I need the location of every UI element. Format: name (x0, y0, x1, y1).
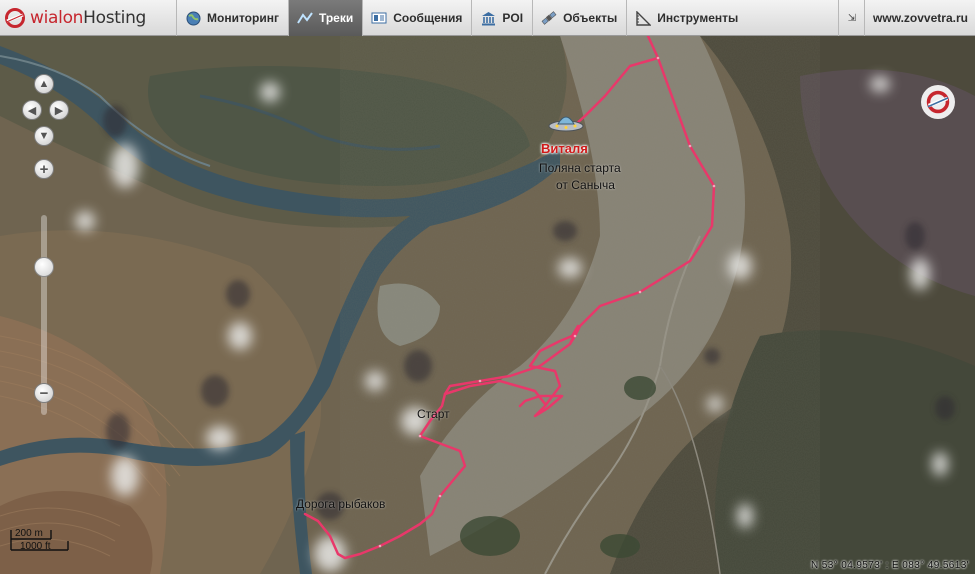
wialon-logo[interactable]: wialonHosting (4, 6, 146, 30)
zoom-out-button[interactable]: − (34, 383, 54, 403)
scale-metric: 200 m (15, 528, 43, 539)
unit-name-label[interactable]: Виталя (541, 141, 588, 156)
poi-label-start: Старт (417, 407, 450, 421)
zoom-slider-handle[interactable] (34, 257, 54, 277)
logo-wordmark: wialonHosting (30, 8, 147, 28)
pan-left-button[interactable]: ◀ (22, 100, 42, 120)
nav-poi[interactable]: POI (471, 0, 532, 36)
poi-icon (480, 10, 496, 26)
globe-icon (185, 10, 201, 26)
nav-label: Сообщения (393, 11, 463, 25)
nav-objects[interactable]: Объекты (532, 0, 626, 36)
cursor-coordinates: N 53° 04.9573' : E 083° 49.5613' (810, 560, 969, 571)
poi-label-road: Дорога рыбаков (296, 497, 386, 511)
poi-label-polyana-line2: от Саныча (556, 178, 615, 192)
main-nav: Мониторинг Треки Сообщения POI Объекты И… (176, 0, 747, 36)
nav-label: Треки (318, 11, 354, 25)
pan-right-button[interactable]: ▶ (49, 100, 69, 120)
expand-icon[interactable]: ⇲ (838, 0, 865, 36)
nav-label: Мониторинг (207, 11, 279, 25)
site-link[interactable]: www.zovvetra.ru (864, 0, 975, 36)
scale-imperial: 1000 ft (20, 541, 51, 552)
nav-label: Инструменты (657, 11, 739, 25)
zoom-in-button[interactable]: + (34, 159, 54, 179)
wialon-logo-icon (5, 8, 25, 28)
nav-tracks[interactable]: Треки (287, 0, 363, 36)
nav-messages[interactable]: Сообщения (362, 0, 471, 36)
map-view[interactable]: Виталя Поляна старта от Саныча Старт Дор… (0, 36, 975, 574)
nav-tools[interactable]: Инструменты (626, 0, 747, 36)
poi-label-polyana-line1: Поляна старта (539, 161, 621, 175)
ruler-icon (635, 10, 651, 26)
messages-icon (371, 10, 387, 26)
top-toolbar: wialonHosting Мониторинг Треки Сообщения… (0, 0, 975, 36)
track-icon (297, 10, 313, 26)
ufo-icon[interactable] (548, 112, 584, 134)
satellite-imagery (0, 36, 975, 574)
wialon-logo-icon[interactable] (921, 85, 955, 119)
nav-label: POI (502, 11, 524, 25)
pan-down-button[interactable]: ▼ (34, 126, 54, 146)
pan-up-button[interactable]: ▲ (34, 74, 54, 94)
nav-monitoring[interactable]: Мониторинг (176, 0, 288, 36)
satellite-icon (541, 10, 557, 26)
nav-label: Объекты (563, 11, 618, 25)
